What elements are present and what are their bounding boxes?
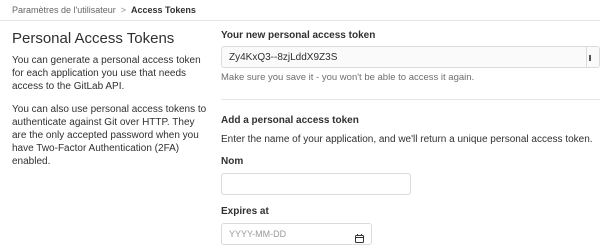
expires-at-placeholder: YYYY-MM-DD xyxy=(229,229,287,239)
token-form-column: Your new personal access token Zy4KxQ3--… xyxy=(221,30,600,245)
section-divider xyxy=(221,99,600,100)
breadcrumb-separator: > xyxy=(120,5,127,15)
expires-at-date-input[interactable]: YYYY-MM-DD xyxy=(221,223,372,245)
add-token-description: Enter the name of your application, and … xyxy=(221,134,593,145)
new-token-input[interactable]: Zy4KxQ3--8zjLddX9Z3S xyxy=(221,46,586,68)
intro-column: Personal Access Tokens You can generate … xyxy=(12,30,208,178)
breadcrumb: Paramètres de l'utilisateur > Access Tok… xyxy=(12,3,196,17)
new-token-field-group: Zy4KxQ3--8zjLddX9Z3S xyxy=(221,46,600,68)
calendar-icon[interactable] xyxy=(355,230,364,243)
name-input[interactable] xyxy=(221,173,411,195)
name-field-label: Nom xyxy=(221,156,244,167)
add-token-heading: Add a personal access token xyxy=(221,115,359,126)
intro-paragraph-git: You can also use personal access tokens … xyxy=(12,104,207,167)
page-title: Personal Access Tokens xyxy=(12,30,175,47)
copy-token-button[interactable] xyxy=(586,46,600,68)
page: Paramètres de l'utilisateur > Access Tok… xyxy=(0,0,600,248)
new-token-help-text: Make sure you save it - you won't be abl… xyxy=(221,72,475,83)
copy-icon xyxy=(589,55,591,61)
expires-field-label: Expires at xyxy=(221,206,269,217)
intro-paragraph-api: You can generate a personal access token… xyxy=(12,55,201,92)
breadcrumb-user-settings-link[interactable]: Paramètres de l'utilisateur xyxy=(12,5,116,15)
new-token-label: Your new personal access token xyxy=(221,30,376,41)
header-divider xyxy=(0,20,600,21)
breadcrumb-current: Access Tokens xyxy=(131,5,196,15)
